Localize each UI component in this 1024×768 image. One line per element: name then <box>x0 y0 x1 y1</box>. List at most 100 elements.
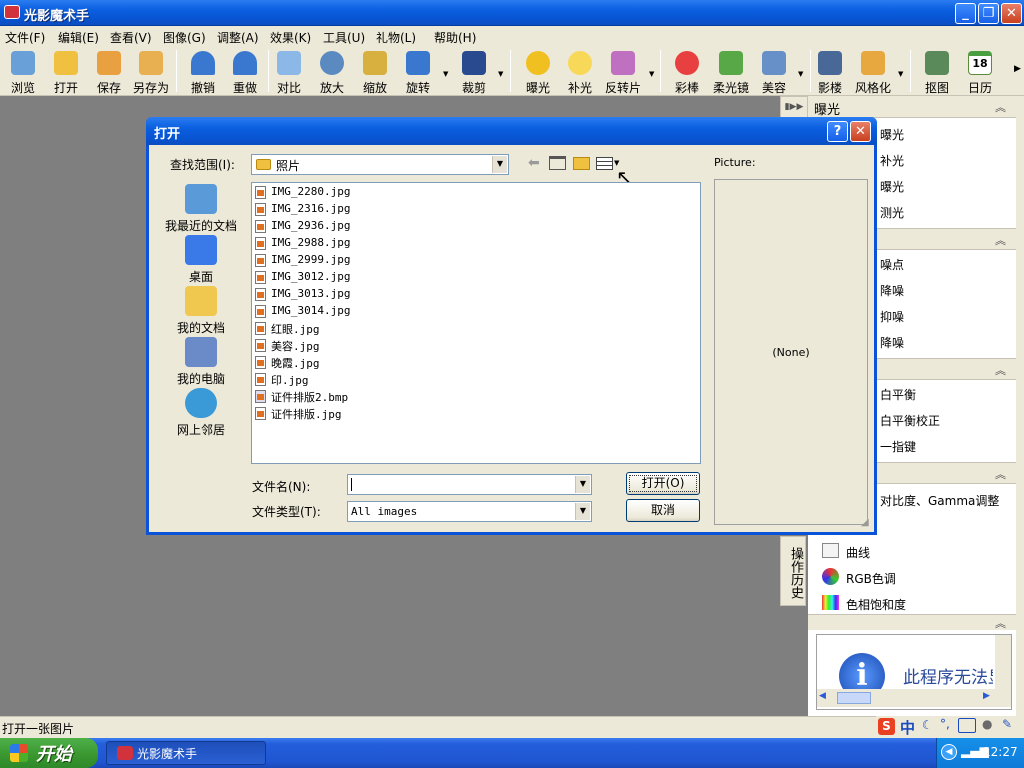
collapse-chevron-icon[interactable]: ︽ <box>995 615 1006 631</box>
place-recent[interactable]: 我最近的文档 <box>155 184 247 235</box>
rgb-tone-item[interactable]: RGB色调 <box>808 564 1008 590</box>
crop-button[interactable]: 裁剪 <box>451 48 497 95</box>
punct-icon[interactable]: °, <box>940 717 950 731</box>
redo-button[interactable]: 重做 <box>222 48 268 95</box>
stylize-dropdown-arrow[interactable]: ▼ <box>898 70 903 78</box>
browse-icon <box>11 51 35 75</box>
menu-adjust[interactable]: 调整(A) <box>217 29 259 46</box>
panel-section-header[interactable]: ︽ <box>808 614 1016 630</box>
taskbar: 开始 光影魔术手 ◀ ▂▄▆ 12:27 <box>0 738 1024 768</box>
text-caret <box>351 478 352 491</box>
window-titlebar[interactable]: 光影魔术手 _ ❐ ✕ <box>0 0 1024 26</box>
scroll-left-arrow[interactable]: ◀ <box>819 691 826 701</box>
compare-button[interactable]: 对比 <box>266 48 312 95</box>
dialog-close-button[interactable]: ✕ <box>850 121 871 142</box>
help-button[interactable]: ? <box>827 121 848 142</box>
ad-hscrollbar[interactable]: ◀ ▶ <box>817 689 1011 707</box>
calendar-button[interactable]: 18 日历 <box>957 48 1003 95</box>
view-menu-icon[interactable] <box>596 157 613 170</box>
moon-icon[interactable]: ☾ <box>922 718 933 732</box>
color-pencil-button[interactable]: 彩棒 <box>664 48 710 95</box>
chevron-down-icon[interactable]: ▼ <box>575 476 590 493</box>
taskbar-app-button[interactable]: 光影魔术手 <box>106 741 266 765</box>
exposure-button[interactable]: 曝光 <box>515 48 561 95</box>
new-folder-icon[interactable] <box>573 157 590 170</box>
collapse-chevron-icon[interactable]: ︽ <box>995 232 1006 248</box>
beauty-dropdown-arrow[interactable]: ▼ <box>798 70 803 78</box>
maximize-button[interactable]: ❐ <box>978 3 999 24</box>
filetype-dropdown[interactable]: All images ▼ <box>347 501 592 522</box>
resize-button[interactable]: 缩放 <box>352 48 398 95</box>
up-folder-icon[interactable] <box>549 156 566 170</box>
save-button[interactable]: 保存 <box>86 48 132 95</box>
file-list[interactable]: IMG_2280.jpg IMG_2316.jpg IMG_2936.jpg I… <box>251 182 701 464</box>
stylize-button[interactable]: 风格化 <box>850 48 896 95</box>
open-button[interactable]: 打开(O) <box>626 472 700 495</box>
studio-icon <box>818 51 842 75</box>
user-icon[interactable]: ● <box>982 717 992 731</box>
keyboard-icon[interactable] <box>958 718 976 733</box>
jpg-file-icon <box>255 373 266 386</box>
history-tab[interactable]: 操作历史 <box>780 536 806 606</box>
resize-grip-icon[interactable]: ◢ <box>861 517 869 528</box>
collapse-chevron-icon[interactable]: ︽ <box>995 99 1006 115</box>
open-dialog: 打开 ? ✕ 查找范围(I): 照片 ▼ ⬅ ▼ ↖ Picture: (Non… <box>146 117 877 535</box>
crop-icon <box>462 51 486 75</box>
menu-file[interactable]: 文件(F) <box>5 29 45 46</box>
filename-input[interactable]: ▼ <box>347 474 592 495</box>
close-button[interactable]: ✕ <box>1001 3 1022 24</box>
menu-image[interactable]: 图像(G) <box>163 29 206 46</box>
hue-saturation-item[interactable]: 色相饱和度 <box>808 590 1008 616</box>
minimize-button[interactable]: _ <box>955 3 976 24</box>
browse-button[interactable]: 浏览 <box>0 48 46 95</box>
menu-edit[interactable]: 编辑(E) <box>58 29 99 46</box>
zoom-in-button[interactable]: 放大 <box>309 48 355 95</box>
chevron-down-icon[interactable]: ▼ <box>492 156 507 173</box>
place-my-documents[interactable]: 我的文档 <box>155 286 247 337</box>
menu-effects[interactable]: 效果(K) <box>270 29 311 46</box>
tray-expand-icon[interactable]: ◀ <box>941 744 957 760</box>
beauty-button[interactable]: 美容 <box>751 48 797 95</box>
dialog-titlebar[interactable]: 打开 ? ✕ <box>146 117 877 145</box>
fill-light-button[interactable]: 补光 <box>557 48 603 95</box>
open-button[interactable]: 打开 <box>43 48 89 95</box>
curves-item[interactable]: 曲线 <box>808 538 1008 564</box>
look-in-dropdown[interactable]: 照片 ▼ <box>251 154 509 175</box>
sogou-icon[interactable]: S <box>878 718 895 735</box>
panel-header[interactable]: 曝光 ︽ <box>808 96 1016 118</box>
cancel-button[interactable]: 取消 <box>626 499 700 522</box>
ad-vscrollbar[interactable] <box>995 635 1011 689</box>
film-dropdown-arrow[interactable]: ▼ <box>649 70 654 78</box>
reversal-film-button[interactable]: 反转片 <box>600 48 646 95</box>
menu-tools[interactable]: 工具(U) <box>323 29 365 46</box>
wrench-icon[interactable]: ✎ <box>1002 717 1012 731</box>
panel-scrollbar[interactable] <box>1016 96 1024 716</box>
crop-dropdown-arrow[interactable]: ▼ <box>498 70 503 78</box>
look-in-value: 照片 <box>276 159 301 173</box>
back-icon[interactable]: ⬅ <box>528 155 540 171</box>
place-network[interactable]: 网上邻居 <box>155 388 247 439</box>
panel-collapse-tab[interactable]: ▮▶▶ <box>780 96 808 118</box>
rotate-dropdown-arrow[interactable]: ▼ <box>443 70 448 78</box>
menu-view[interactable]: 查看(V) <box>110 29 152 46</box>
place-desktop[interactable]: 桌面 <box>155 235 247 286</box>
cutout-button[interactable]: 抠图 <box>914 48 960 95</box>
jpg-file-icon <box>255 356 266 369</box>
menu-help[interactable]: 帮助(H) <box>434 29 476 46</box>
rotate-button[interactable]: 旋转 <box>395 48 441 95</box>
clock[interactable]: 12:27 <box>983 745 1018 759</box>
scroll-right-arrow[interactable]: ▶ <box>983 691 990 701</box>
collapse-chevron-icon[interactable]: ︽ <box>995 362 1006 378</box>
scroll-thumb[interactable] <box>837 692 871 704</box>
collapse-chevron-icon[interactable]: ︽ <box>995 466 1006 482</box>
start-button[interactable]: 开始 <box>0 738 98 768</box>
toolbar-overflow-arrow[interactable]: ▶ <box>1014 64 1021 74</box>
studio-button[interactable]: 影楼 <box>807 48 853 95</box>
chevron-down-icon[interactable]: ▼ <box>575 503 590 520</box>
undo-button[interactable]: 撤销 <box>180 48 226 95</box>
ime-mode[interactable]: 中 <box>900 717 915 738</box>
menu-gifts[interactable]: 礼物(L) <box>376 29 416 46</box>
save-as-button[interactable]: 另存为 <box>128 48 174 95</box>
place-my-computer[interactable]: 我的电脑 <box>155 337 247 388</box>
soft-focus-button[interactable]: 柔光镜 <box>708 48 754 95</box>
